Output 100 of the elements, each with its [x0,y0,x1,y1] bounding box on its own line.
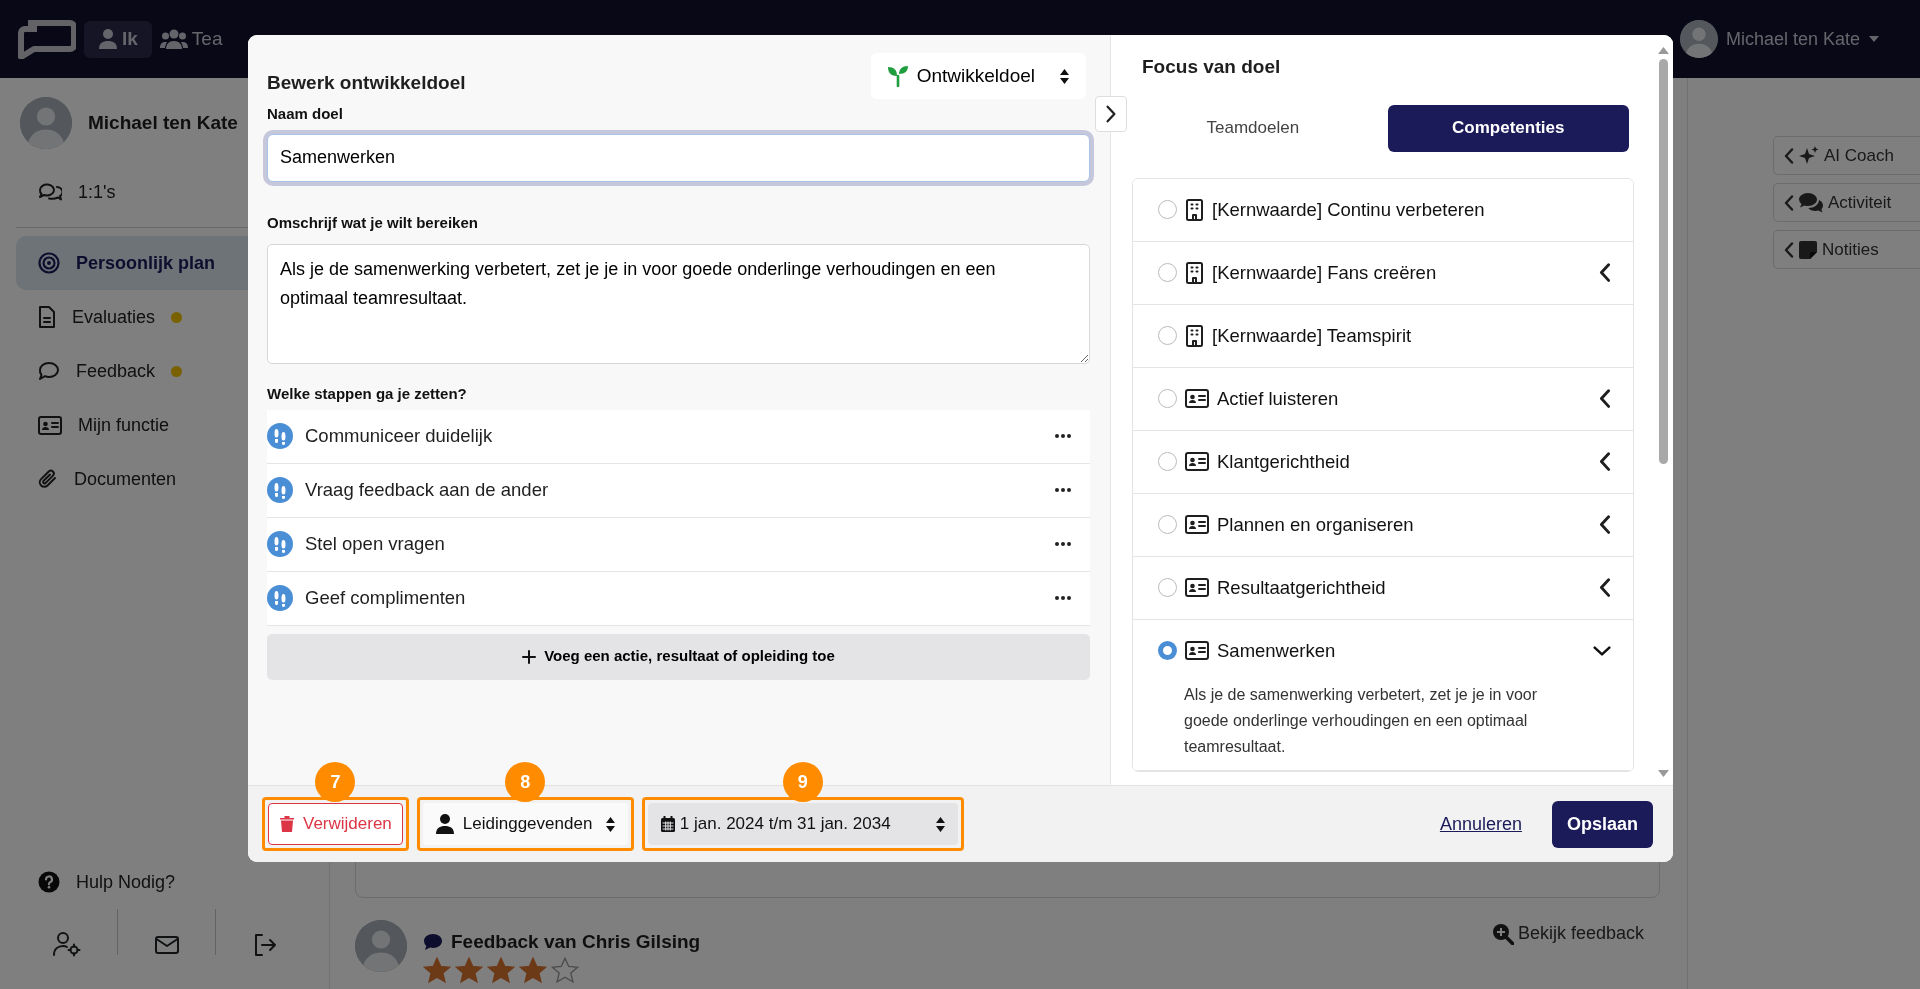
mail-icon [154,935,179,954]
tab[interactable]: Teamdoelen [1142,104,1364,152]
chevron-left-icon [1599,577,1611,598]
name-input[interactable]: Samenwerken [267,133,1090,182]
option-label: [Kernwaarde] Fans creëren [1212,260,1437,285]
more-icon [1054,433,1072,439]
user-settings-icon [52,931,81,957]
user-icon [98,28,118,50]
step-text: Vraag feedback aan de ander [305,478,549,503]
chevron-left-icon [1784,194,1794,211]
chevron-down-icon [1593,644,1611,657]
calendar-icon [659,815,676,833]
sort-icon [934,815,946,833]
option-label: Klantgerichtheid [1217,449,1350,474]
save-button[interactable]: Opslaan [1551,800,1653,848]
comment-icon [38,361,60,381]
id-card-icon [1185,389,1209,408]
building-icon [1185,261,1204,284]
document-icon [38,306,56,328]
side-panel-tab[interactable]: Notities [1773,230,1920,269]
callout-badge: 8 [505,762,546,802]
side-panel-tab[interactable]: AI Coach [1773,136,1920,175]
zoom-in-icon [1491,922,1514,945]
chevron-left-icon [1599,262,1611,283]
help-icon [38,871,60,893]
more-icon [1054,595,1072,601]
profile-name: Michael ten Kate [88,110,238,135]
chevron-left-icon [1599,388,1611,409]
field-label: Naam doel [267,104,344,124]
callout-badge: 7 [315,762,356,802]
option-item[interactable]: [Kernwaarde] Continu verbeteren [1133,178,1633,242]
view-feedback-link[interactable]: Bekijk feedback [1491,920,1644,947]
radio-button[interactable] [1158,452,1177,471]
caret-down-icon [1868,35,1880,43]
more-icon [1054,541,1072,547]
empty-star-icon [551,956,579,984]
delete-button[interactable]: Verwijderen [268,803,403,845]
step-text: Communiceer duidelijk [305,424,493,449]
paperclip-icon [38,468,58,490]
add-step-button[interactable]: Voeg een actie, resultaat of opleiding toe [267,633,1090,680]
star-icon [455,956,483,984]
option-label: Resultaatgerichtheid [1217,575,1386,600]
sort-icon [1059,67,1070,85]
description-input[interactable]: Als je de samenwerking verbetert, zet je je in voor goede onderlinge verhoudingen en een optimaal teamresultaat. [267,244,1090,364]
id-card-icon [1185,515,1209,534]
trash-icon [279,815,295,833]
feedback-title: Feedback van Chris Gilsing [451,930,701,954]
target-icon [38,252,60,274]
step-text: Geef complimenten [305,586,466,611]
radio-button[interactable] [1158,326,1177,345]
chevron-right-icon [1105,105,1117,123]
comments-icon [1798,191,1824,214]
id-card-icon [1185,452,1209,471]
field-label: Omschrijf wat je wilt bereiken [267,212,479,233]
visibility-select[interactable]: Leidinggevenden [422,803,628,845]
option-label: Actief luisteren [1217,386,1339,411]
sprout-icon [886,65,909,87]
panel-title: Focus van doel [1141,55,1282,79]
building-icon [1185,198,1204,221]
star-icon [423,956,451,984]
chevron-left-icon [1784,241,1794,258]
radio-button[interactable] [1158,389,1177,408]
id-card-icon [1185,641,1209,660]
users-icon [159,28,188,50]
radio-button[interactable] [1158,515,1177,534]
option-label: Plannen en organiseren [1217,512,1414,537]
type-select[interactable]: Ontwikkeldoel [870,53,1086,99]
tab[interactable]: Competenties [1387,104,1629,152]
user-icon [434,813,455,835]
comment-icon [423,933,443,952]
radio-button[interactable] [1158,263,1177,282]
logout-icon [252,933,277,956]
collapse-button[interactable] [1095,96,1127,132]
cancel-link[interactable]: Annuleren [1433,809,1528,839]
id-card-icon [1185,578,1209,597]
more-icon [1054,487,1072,493]
logo [16,19,76,59]
radio-button[interactable] [1158,641,1177,660]
help-link[interactable]: Hulp Nodig? [16,855,198,909]
star-icon [487,956,515,984]
id-card-icon [38,415,62,435]
option-label: [Kernwaarde] Teamspirit [1212,323,1412,348]
building-icon [1185,324,1204,347]
option-label: Samenwerken [1217,638,1336,663]
radio-button[interactable] [1158,200,1177,219]
period-select[interactable]: 1 jan. 2024 t/m 31 jan. 2034 [647,803,958,845]
field-label: Welke stappen ga je zetten? [267,384,468,404]
step-text: Stel open vragen [305,532,445,557]
chevron-left-icon [1599,451,1611,472]
note-icon [1798,239,1818,260]
chats-icon [38,181,62,203]
avatar [20,97,72,149]
avatar [355,920,407,972]
radio-button[interactable] [1158,578,1177,597]
option-description: Als je de samenwerking verbetert, zet je je in voor goede onderlinge verhoudingen en een optimaal teamresultaat. [1183,684,1539,757]
sort-icon [604,815,616,833]
side-panel-tab[interactable]: Activiteit [1773,183,1920,222]
avatar [1679,20,1718,58]
star-icon [519,956,547,984]
chevron-left-icon [1784,147,1794,164]
